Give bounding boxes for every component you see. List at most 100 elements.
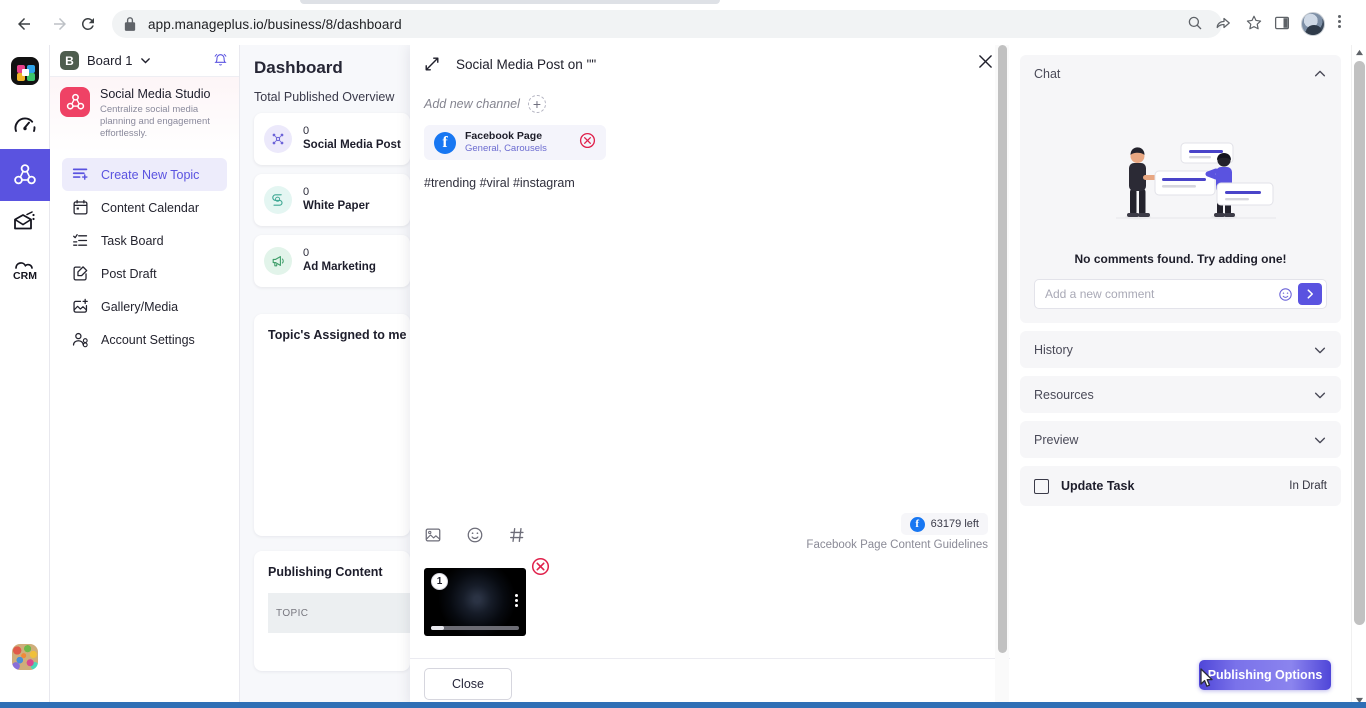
rail-item-crm[interactable]: CRM [0,245,50,297]
rail-item-campaign[interactable] [0,197,50,249]
page-scrollbar-thumb[interactable] [1354,61,1365,625]
composer-text[interactable]: #trending #viral #instagram [424,176,996,190]
history-header[interactable]: History [1020,331,1341,368]
board-badge: B [60,51,79,70]
character-counter: f 63179 left [900,513,988,535]
board-selector[interactable]: B Board 1 [50,45,239,77]
channel-chip-facebook-page[interactable]: f Facebook Page General, Carousels [424,125,606,160]
assigned-topics-title: Topic's Assigned to me [268,328,407,342]
browser-back-button[interactable] [10,10,38,38]
character-count-text: 63179 left [930,518,979,530]
comment-input[interactable] [1045,287,1278,301]
sidebar-item-label: Task Board [101,233,164,248]
address-bar[interactable]: app.manageplus.io/business/8/dashboard [112,10,1222,38]
more-vertical-icon[interactable] [515,592,518,609]
stat-card-white-paper[interactable]: 0 White Paper [254,174,410,226]
attachment-item: 1 [424,557,550,636]
modal-header: Social Media Post on "" [410,45,1010,83]
url-text: app.manageplus.io/business/8/dashboard [148,16,402,32]
create-topic-icon [70,166,90,183]
emoji-icon[interactable] [1278,287,1293,302]
user-avatar[interactable] [12,644,38,670]
megaphone-icon [264,247,292,275]
chevron-down-icon[interactable] [1313,343,1327,357]
add-channel-row[interactable]: Add new channel + [424,95,996,113]
sidebar-item-label: Post Draft [101,266,157,281]
send-comment-button[interactable] [1298,283,1322,305]
rail-item-social-media-studio[interactable] [0,149,50,201]
assigned-topics-card: Topic's Assigned to me [254,314,410,536]
update-task-checkbox[interactable] [1034,478,1049,494]
document-swirl-icon [264,186,292,214]
chat-empty-illustration [1034,92,1327,252]
content-guidelines-link[interactable]: Facebook Page Content Guidelines [806,539,988,551]
update-task-label: Update Task [1061,479,1135,493]
svg-text:CRM: CRM [13,270,37,282]
apps-logo-icon[interactable] [11,57,39,85]
media-progress-bar[interactable] [431,626,519,630]
publishing-options-button[interactable]: Publishing Options [1199,660,1331,690]
chat-title: Chat [1034,66,1061,81]
page-title: Dashboard [254,58,343,77]
chat-header[interactable]: Chat [1020,55,1341,92]
search-zoom-icon[interactable] [1186,14,1204,32]
remove-circle-icon[interactable] [579,132,596,154]
rail-item-dashboard[interactable] [0,101,50,153]
resources-header[interactable]: Resources [1020,376,1341,413]
studio-title: Social Media Studio [100,87,211,101]
modal-scrollbar-thumb[interactable] [998,45,1007,653]
chevron-down-icon[interactable] [140,55,151,66]
sidebar-item-task-board[interactable]: Task Board [62,224,227,257]
close-icon[interactable] [975,51,996,77]
social-nodes-icon [66,93,84,110]
post-composer[interactable]: #trending #viral #instagram [410,160,1010,511]
emoji-icon[interactable] [466,526,484,549]
browser-forward-button[interactable] [46,10,74,38]
channel-subtitle: General, Carousels [465,143,547,154]
bookmark-star-icon[interactable] [1245,14,1263,32]
stat-card-social-media-post[interactable]: 0 Social Media Post [254,113,410,165]
remove-attachment-icon[interactable] [531,557,550,581]
chevron-down-icon[interactable] [1313,433,1327,447]
page-scrollbar[interactable] [1351,45,1366,708]
preview-header[interactable]: Preview [1020,421,1341,458]
stat-count: 0 [303,186,310,198]
sidebar-item-post-draft[interactable]: Post Draft [62,257,227,290]
stat-card-ad-marketing[interactable]: 0 Ad Marketing [254,235,410,287]
studio-subtitle: Centralize social media planning and eng… [100,104,210,139]
notification-bell-icon[interactable] [212,52,229,69]
resources-title: Resources [1034,387,1094,402]
attachment-index-badge: 1 [431,573,448,590]
browser-reload-button[interactable] [74,10,102,38]
history-title: History [1034,342,1073,357]
modal-scrollbar[interactable] [995,45,1009,708]
update-task-row[interactable]: Update Task In Draft [1020,466,1341,506]
network-nodes-icon [264,125,292,153]
scroll-up-arrow[interactable] [1352,45,1366,60]
preview-section: Preview [1020,421,1341,458]
preview-title: Preview [1034,432,1079,447]
side-panel-icon[interactable] [1273,14,1291,32]
share-icon[interactable] [1215,14,1233,32]
modal-title: Social Media Post on "" [456,56,597,72]
three-dot-menu-icon[interactable] [1338,13,1341,30]
chevron-down-icon[interactable] [1313,388,1327,402]
sidebar-item-gallery-media[interactable]: Gallery/Media [62,290,227,323]
window-bottom-edge [0,702,1366,708]
sidebar-item-content-calendar[interactable]: Content Calendar [62,191,227,224]
close-button[interactable]: Close [424,667,512,700]
hashtag-icon[interactable] [508,526,526,549]
sidebar-item-create-new-topic[interactable]: Create New Topic [62,158,227,191]
channel-area: Add new channel + f Facebook Page Genera… [410,83,1010,160]
image-upload-icon[interactable] [424,526,442,549]
board-name: Board 1 [87,53,133,68]
chevron-up-icon[interactable] [1313,67,1327,81]
expand-diagonal-icon[interactable] [424,56,440,72]
browser-profile-avatar[interactable] [1301,12,1325,36]
comment-input-row[interactable] [1034,279,1327,309]
add-channel-button[interactable]: + [527,95,546,113]
attachment-thumbnail[interactable]: 1 [424,568,526,636]
history-section: History [1020,331,1341,368]
sidebar-item-account-settings[interactable]: Account Settings [62,323,227,356]
modal-footer: Close [410,658,1010,708]
